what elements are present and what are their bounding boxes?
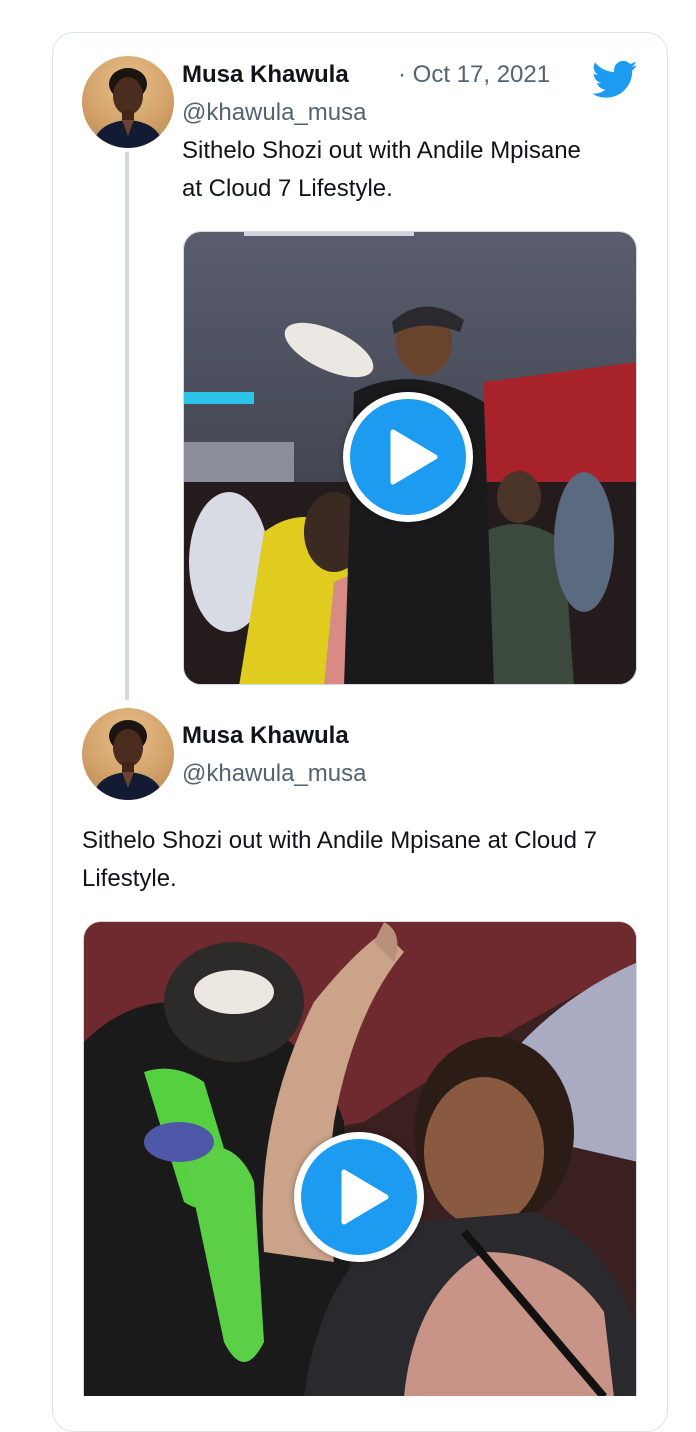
tweet-date[interactable]: · Oct 17, 2021 xyxy=(398,61,550,89)
author-handle[interactable]: @khawula_musa xyxy=(182,99,366,127)
author-name[interactable]: Musa Khawula xyxy=(182,722,349,750)
tweet-text: Sithelo Shozi out with Andile Mpisane at… xyxy=(82,827,597,892)
play-icon xyxy=(390,429,438,485)
tweet-text: Sithelo Shozi out with Andile Mpisane at… xyxy=(182,137,581,202)
video-thumbnail[interactable] xyxy=(183,231,637,685)
author-name[interactable]: Musa Khawula xyxy=(182,61,349,89)
author-handle[interactable]: @khawula_musa xyxy=(182,760,366,788)
play-button[interactable] xyxy=(343,392,473,522)
author-avatar[interactable] xyxy=(82,708,174,800)
video-thumbnail[interactable] xyxy=(83,921,637,1396)
twitter-bird-icon[interactable] xyxy=(591,60,638,100)
play-icon xyxy=(341,1169,389,1225)
author-avatar[interactable] xyxy=(82,56,174,148)
play-button[interactable] xyxy=(294,1132,424,1262)
thread-connector-line xyxy=(125,152,129,700)
